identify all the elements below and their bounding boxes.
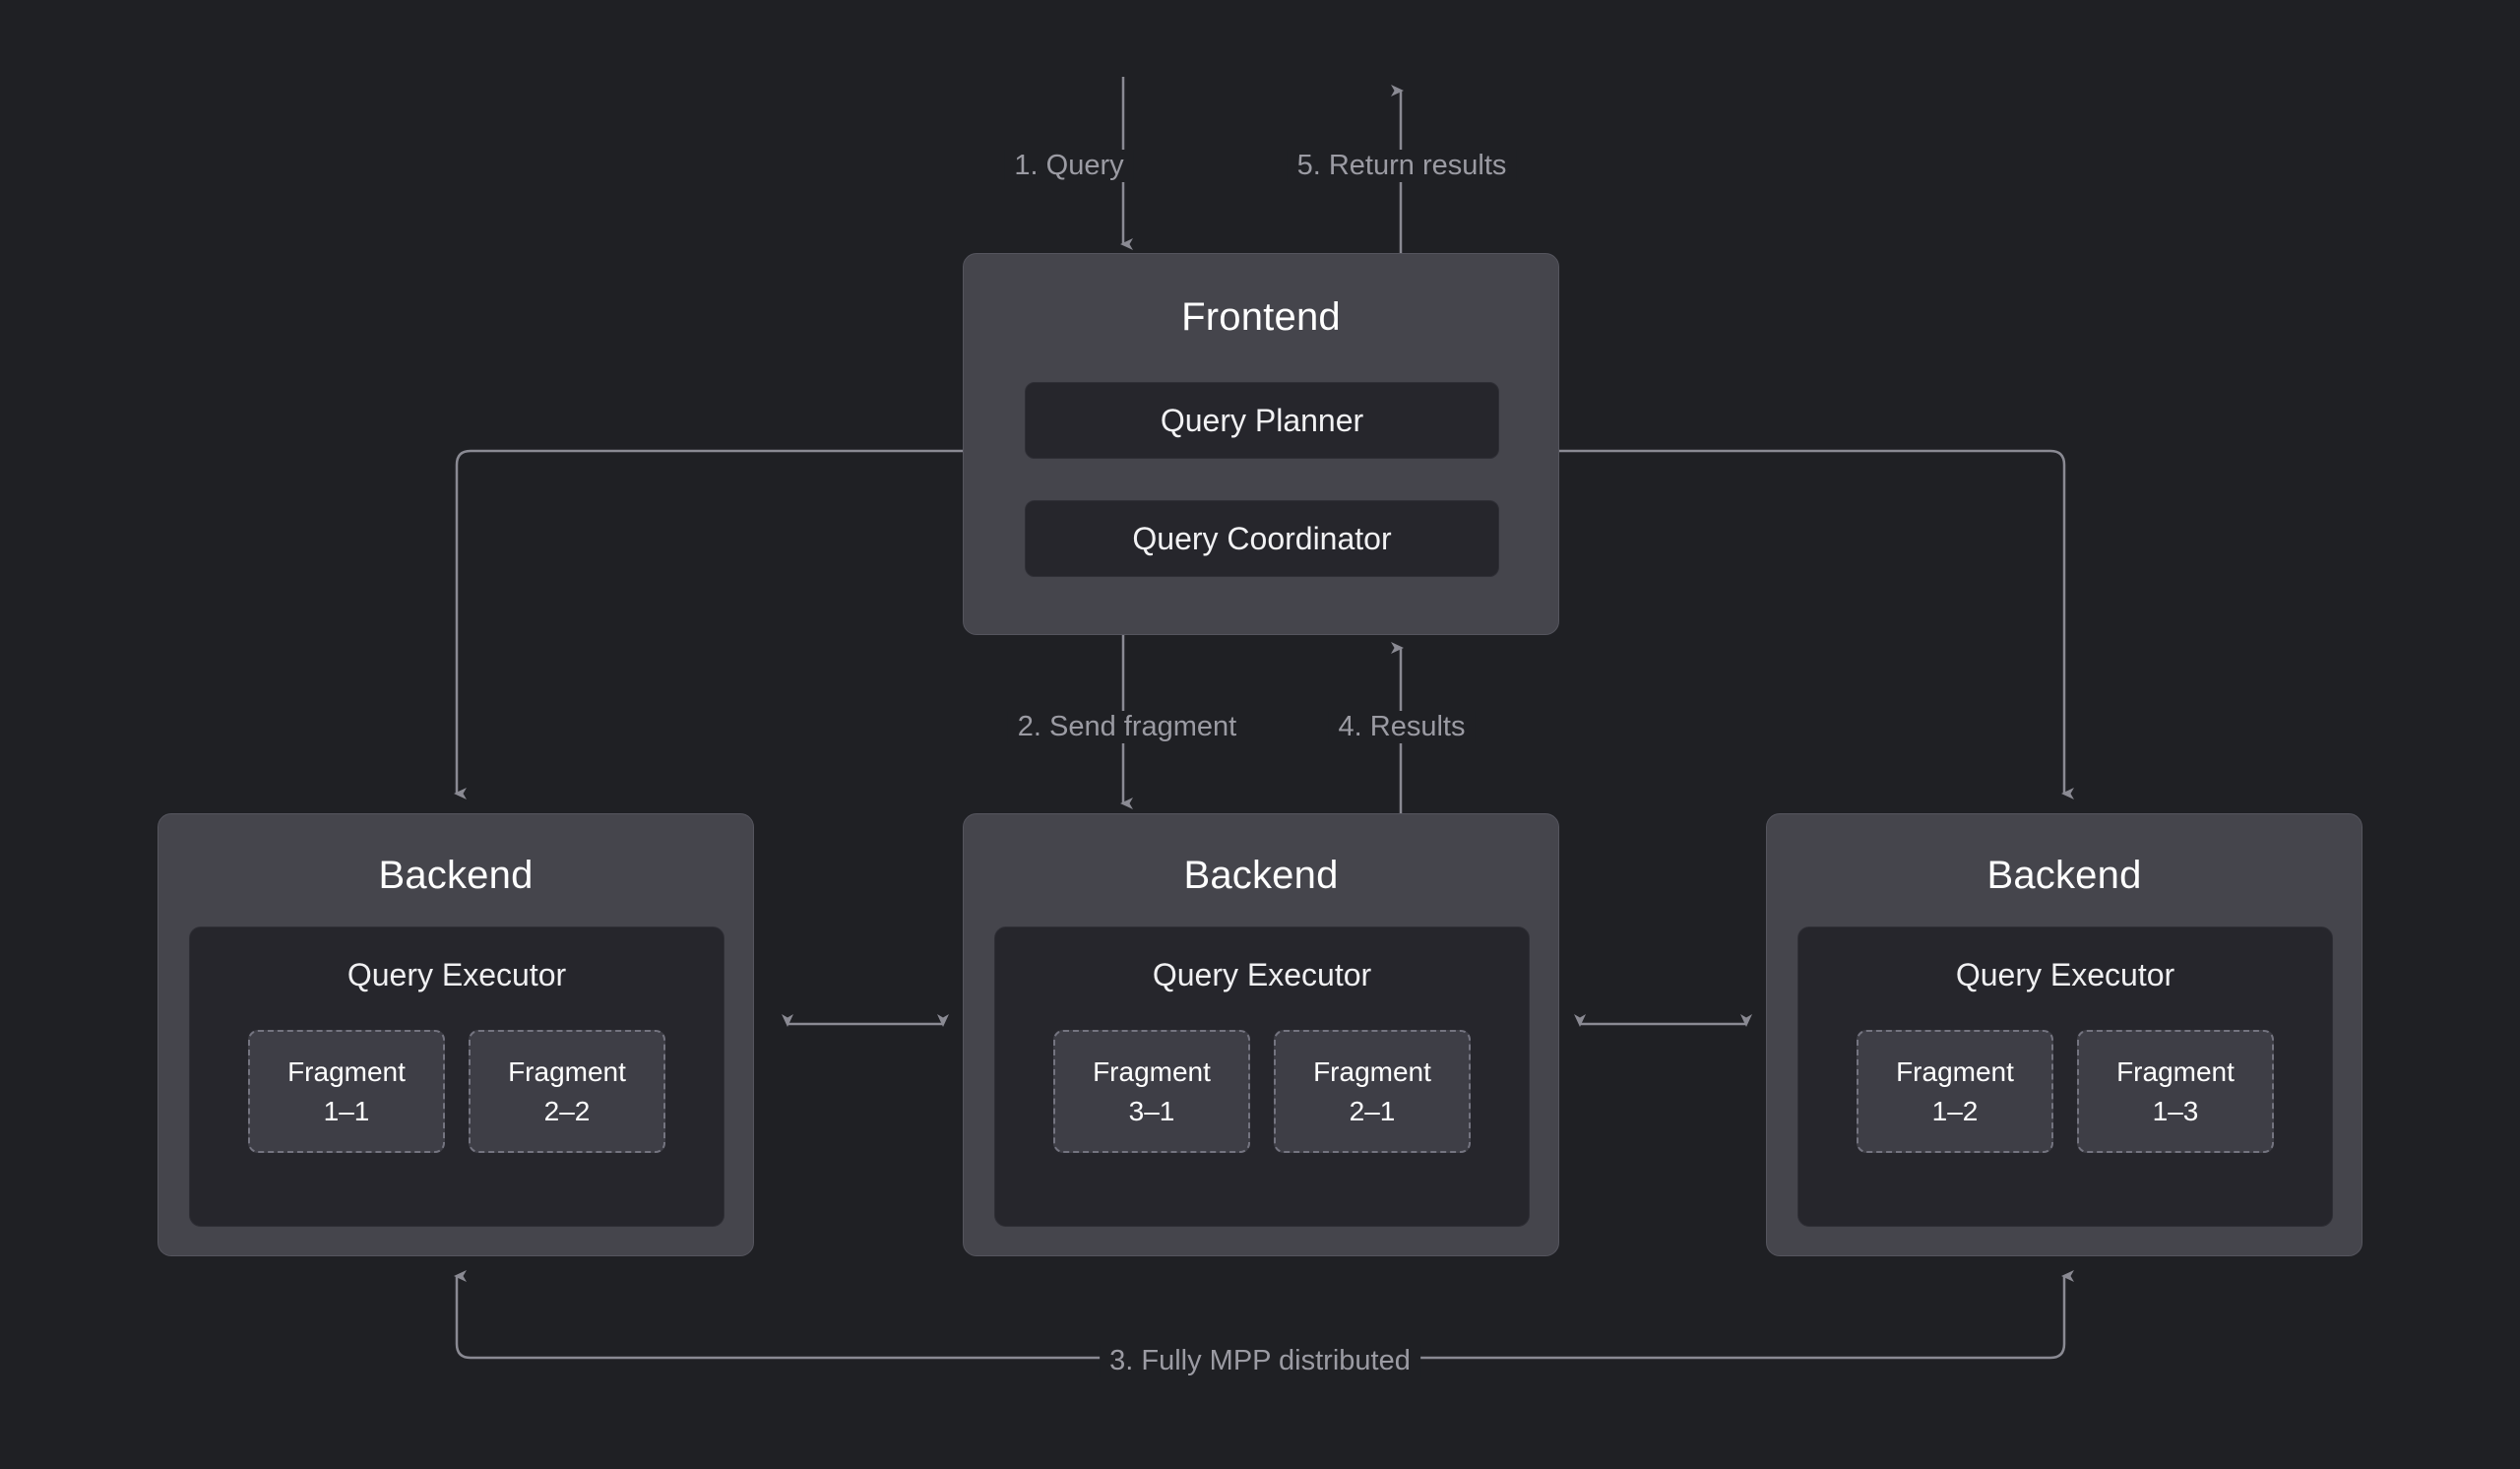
edge-frontend-to-right-backend: [1559, 451, 2064, 794]
backend-title: Backend: [964, 856, 1558, 895]
edge-label-send-fragment: 2. Send fragment: [1008, 711, 1246, 743]
fragment-box[interactable]: Fragment 3–1: [1053, 1030, 1250, 1153]
fragment-name: Fragment: [1093, 1053, 1211, 1092]
fragment-id: 2–1: [1350, 1092, 1396, 1131]
fragment-id: 2–2: [544, 1092, 591, 1131]
backend-title: Backend: [158, 856, 753, 895]
frontend-node[interactable]: Frontend Query Planner Query Coordinator: [963, 253, 1559, 635]
backend-node-middle[interactable]: Backend Query Executor Fragment 3–1 Frag…: [963, 813, 1559, 1256]
edge-mpp-left-branch: [457, 1276, 1162, 1358]
backend-node-left[interactable]: Backend Query Executor Fragment 1–1 Frag…: [158, 813, 754, 1256]
backend-node-right[interactable]: Backend Query Executor Fragment 1–2 Frag…: [1766, 813, 2362, 1256]
fragment-box[interactable]: Fragment 2–1: [1274, 1030, 1471, 1153]
fragment-name: Fragment: [1896, 1053, 2014, 1092]
fragment-box[interactable]: Fragment 1–2: [1857, 1030, 2053, 1153]
fragment-box[interactable]: Fragment 1–3: [2077, 1030, 2274, 1153]
query-executor-box[interactable]: Query Executor Fragment 1–2 Fragment 1–3: [1797, 926, 2333, 1227]
query-executor-box[interactable]: Query Executor Fragment 3–1 Fragment 2–1: [994, 926, 1530, 1227]
query-coordinator-box[interactable]: Query Coordinator: [1025, 500, 1499, 577]
fragment-name: Fragment: [287, 1053, 406, 1092]
query-coordinator-label: Query Coordinator: [1132, 521, 1391, 557]
edge-mpp-right-branch: [1366, 1276, 2064, 1358]
edge-label-mpp-distributed: 3. Fully MPP distributed: [1100, 1345, 1420, 1377]
backend-title: Backend: [1767, 856, 2362, 895]
query-planner-label: Query Planner: [1161, 403, 1363, 439]
fragment-id: 1–3: [2153, 1092, 2199, 1131]
query-planner-box[interactable]: Query Planner: [1025, 382, 1499, 459]
fragment-name: Fragment: [508, 1053, 626, 1092]
query-executor-label: Query Executor: [1798, 959, 2332, 990]
edge-frontend-to-left-backend: [457, 451, 963, 794]
diagram-canvas: 1. Query 5. Return results 2. Send fragm…: [0, 0, 2520, 1469]
fragment-row: Fragment 1–2 Fragment 1–3: [1798, 1030, 2332, 1153]
frontend-title: Frontend: [964, 297, 1558, 337]
query-executor-label: Query Executor: [995, 959, 1529, 990]
fragment-id: 1–1: [324, 1092, 370, 1131]
fragment-row: Fragment 1–1 Fragment 2–2: [190, 1030, 724, 1153]
fragment-id: 3–1: [1129, 1092, 1175, 1131]
query-executor-label: Query Executor: [190, 959, 724, 990]
edge-label-query: 1. Query: [1004, 150, 1133, 182]
fragment-box[interactable]: Fragment 1–1: [248, 1030, 445, 1153]
edge-label-return-results: 5. Return results: [1288, 150, 1517, 182]
fragment-id: 1–2: [1932, 1092, 1979, 1131]
fragment-name: Fragment: [1313, 1053, 1431, 1092]
query-executor-box[interactable]: Query Executor Fragment 1–1 Fragment 2–2: [189, 926, 724, 1227]
fragment-box[interactable]: Fragment 2–2: [469, 1030, 665, 1153]
fragment-row: Fragment 3–1 Fragment 2–1: [995, 1030, 1529, 1153]
edge-label-results: 4. Results: [1329, 711, 1476, 743]
fragment-name: Fragment: [2116, 1053, 2235, 1092]
